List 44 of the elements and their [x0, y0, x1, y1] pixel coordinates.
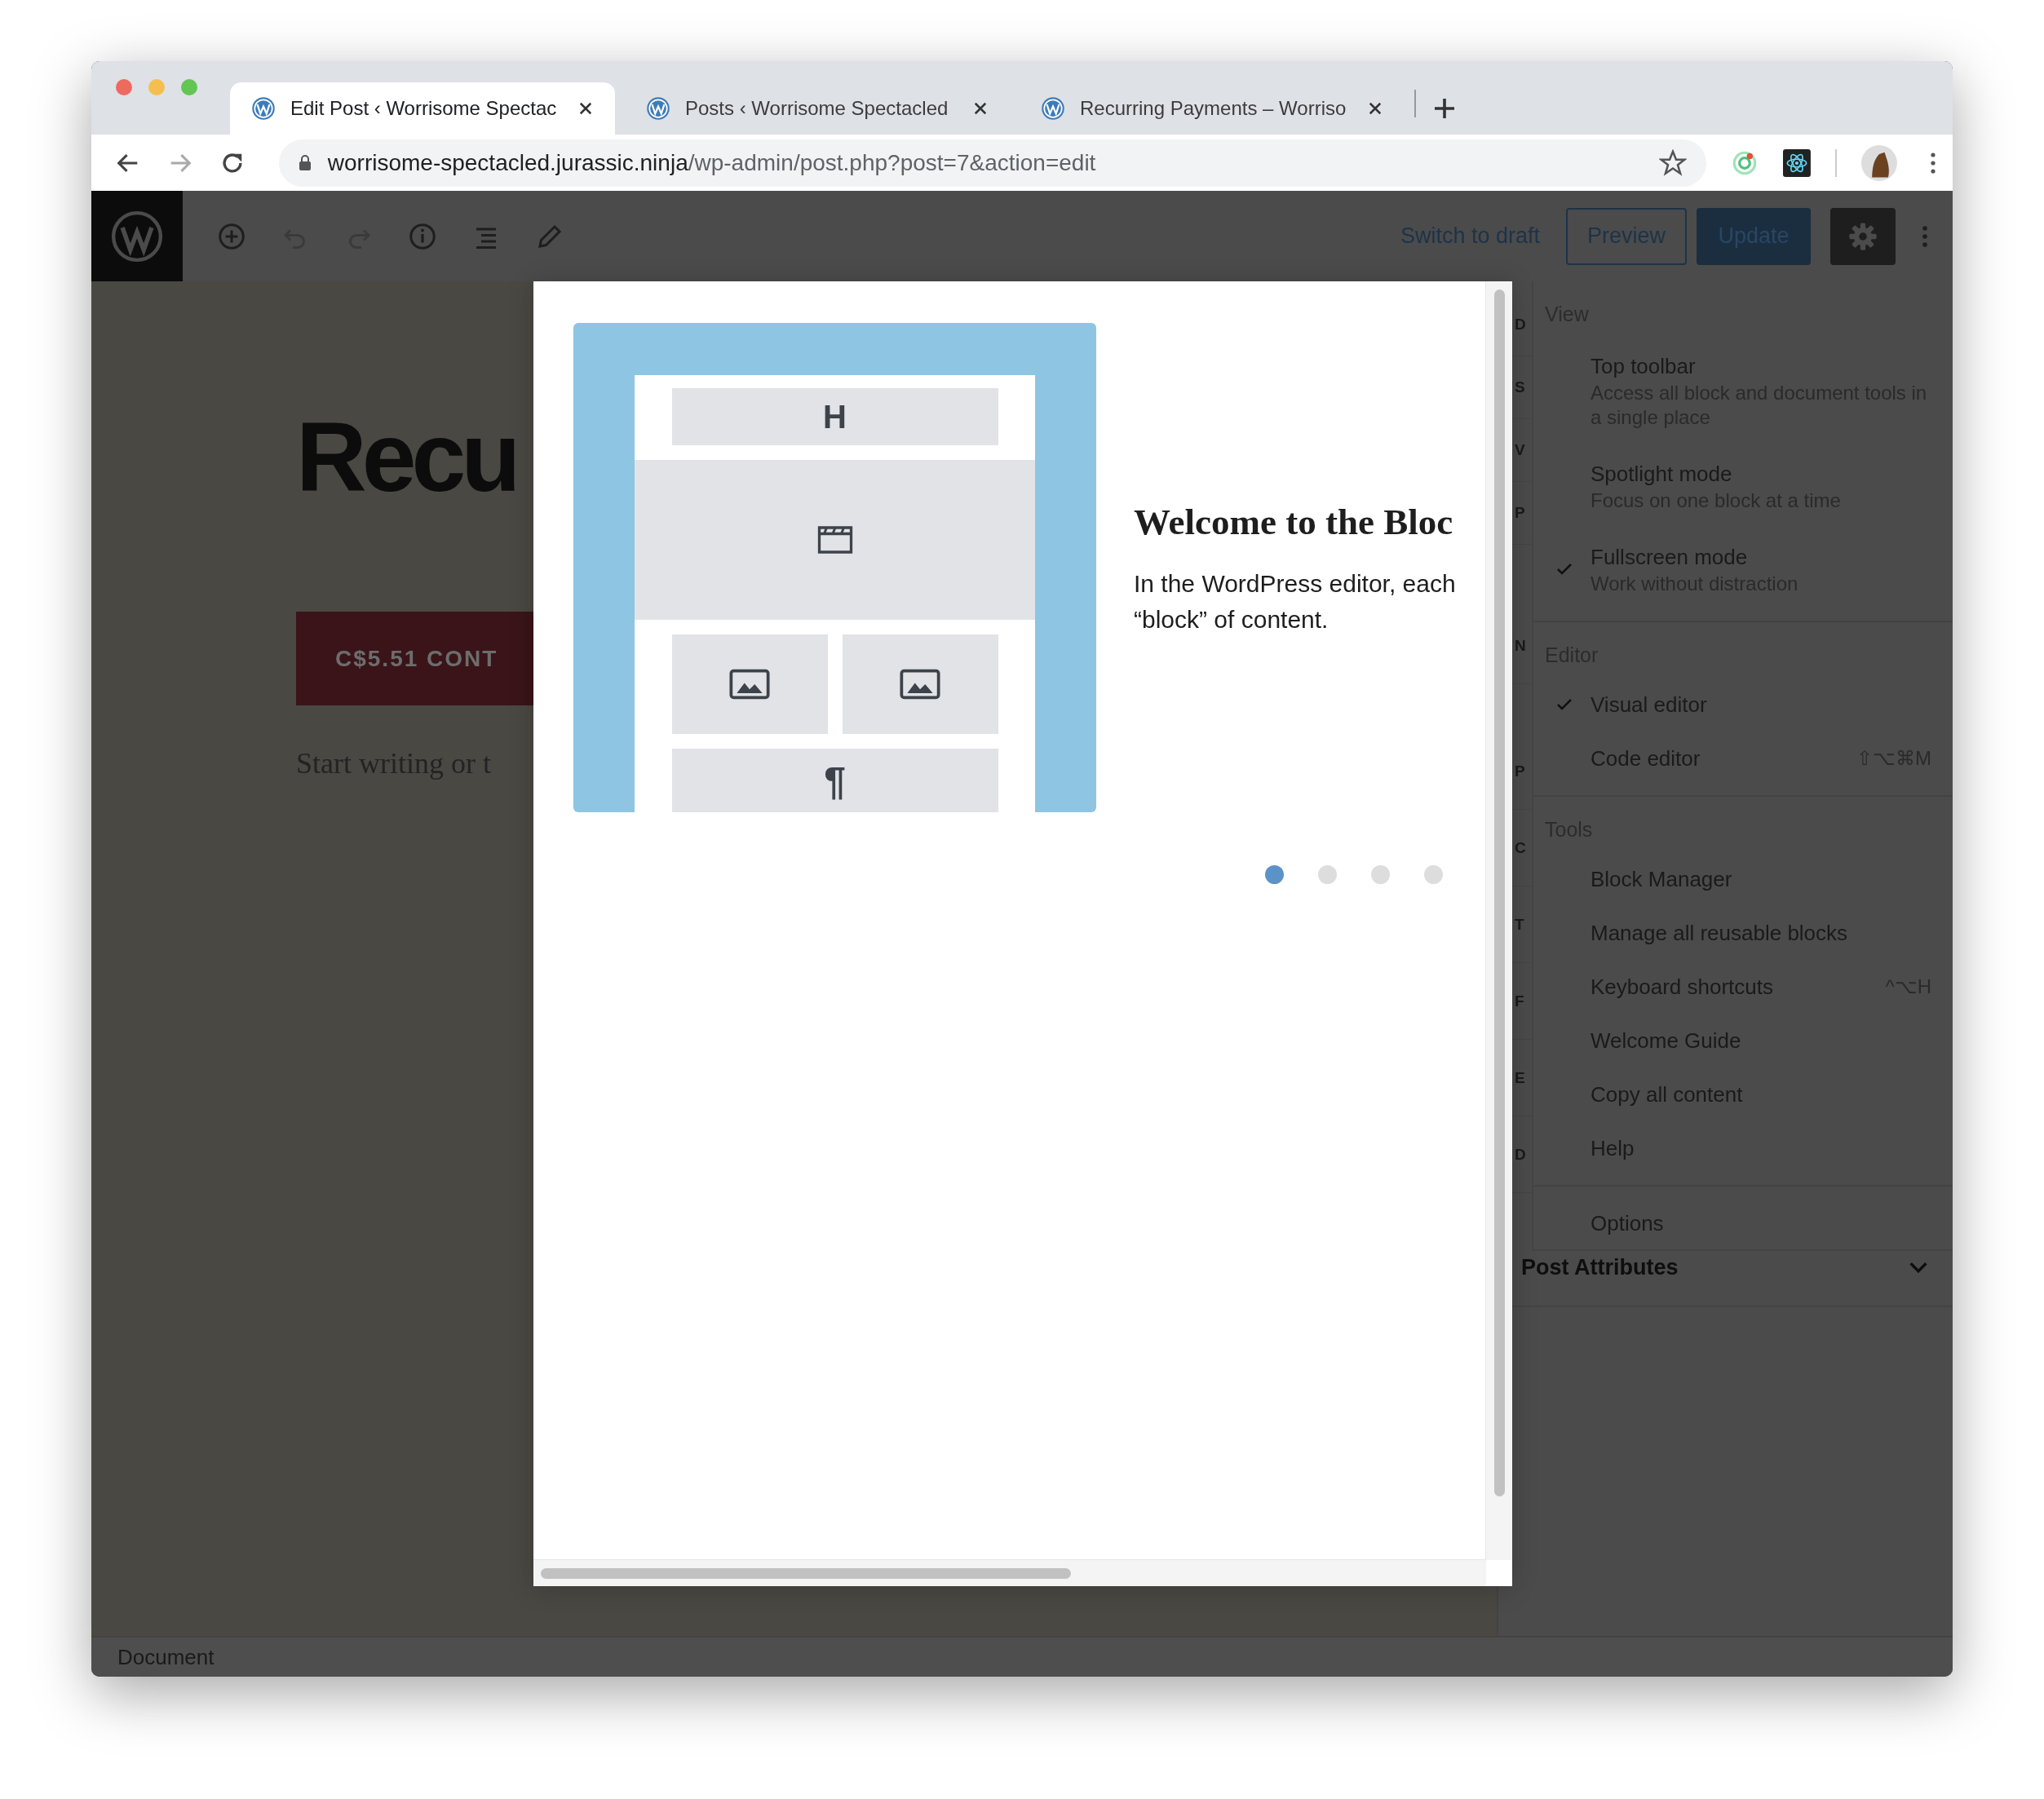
page-dot[interactable]	[1424, 865, 1443, 884]
atom-icon[interactable]	[1783, 148, 1812, 177]
logo-icon	[110, 209, 164, 263]
address-field[interactable]: worrisome-spectacled.jurassic.ninja/wp-admin/post.php?post=7&action=edit	[278, 139, 1707, 187]
heading-block: H	[671, 388, 998, 445]
page-dot[interactable]	[1265, 865, 1284, 884]
browser-tab[interactable]: Posts ‹ Worrisome Spectacled	[625, 82, 1010, 135]
panel-title[interactable]: Post Attributes	[1521, 1254, 1679, 1280]
post-title[interactable]: Recu	[296, 408, 516, 506]
image-icon	[900, 669, 940, 700]
paragraph-block: ¶	[671, 749, 998, 812]
zoom-window-button[interactable]	[181, 79, 197, 95]
star-icon[interactable]	[1659, 148, 1688, 177]
lock-icon	[298, 154, 312, 171]
info-icon[interactable]	[408, 221, 437, 251]
minimize-window-button[interactable]	[148, 79, 165, 95]
menu-icon[interactable]	[1930, 151, 1936, 175]
clapperboard-icon	[816, 525, 854, 555]
chevron-icon[interactable]	[1909, 1262, 1928, 1273]
close-icon[interactable]	[1367, 100, 1383, 117]
welcome-text: “block” of content.	[1134, 605, 1329, 634]
settings-icon	[1847, 220, 1878, 252]
welcome-title: Welcome to the Bloc	[1134, 501, 1454, 543]
settings-button[interactable]	[1830, 207, 1896, 265]
contribute-button[interactable]: C$5.51 CONT	[296, 612, 533, 705]
avatar-icon[interactable]	[1861, 144, 1897, 181]
image-icon	[729, 669, 770, 700]
browser-tab[interactable]: Recurring Payments – Worriso	[1020, 82, 1405, 135]
logo-icon	[251, 96, 276, 121]
scrollbar-thumb[interactable]	[1494, 290, 1505, 1496]
add-block-icon[interactable]	[217, 221, 246, 251]
logo-icon	[646, 96, 670, 121]
close-icon[interactable]	[577, 100, 594, 117]
page-dot[interactable]	[1318, 865, 1337, 884]
welcome-text: In the WordPress editor, each	[1134, 569, 1457, 599]
close-window-button[interactable]	[116, 79, 132, 95]
new-tab-icon[interactable]	[1432, 96, 1457, 121]
browser-tab[interactable]: Edit Post ‹ Worrisome Spectac	[230, 82, 615, 135]
page-dot[interactable]	[1371, 865, 1390, 884]
logo-icon	[1041, 96, 1065, 121]
wordpress-logo-button[interactable]	[91, 191, 183, 281]
more-options-icon[interactable]	[1922, 223, 1928, 249]
scrollbar-thumb[interactable]	[541, 1568, 1071, 1579]
close-icon[interactable]	[972, 100, 989, 117]
